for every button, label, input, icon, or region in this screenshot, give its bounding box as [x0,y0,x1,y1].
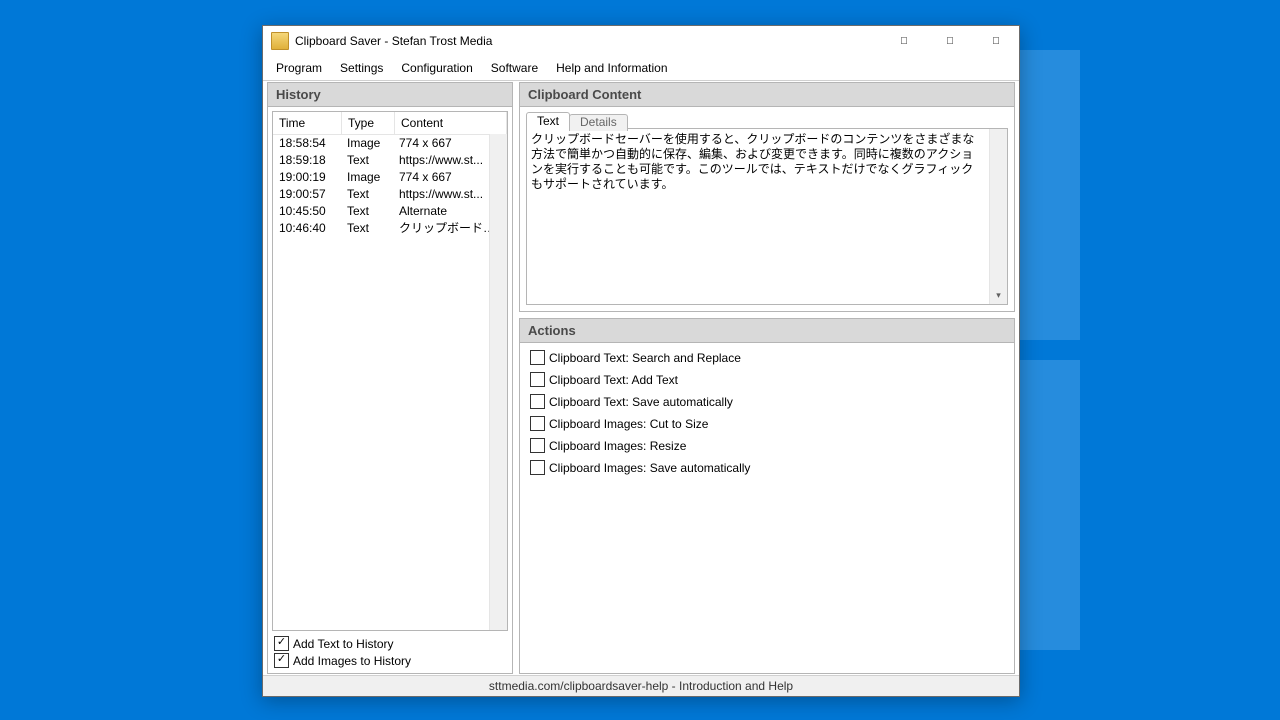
action-add-text[interactable]: Clipboard Text: Add Text [528,371,1006,388]
history-row[interactable]: 18:58:54Image774 x 667 [273,135,507,152]
checkbox-icon[interactable] [530,394,545,409]
add-text-to-history[interactable]: Add Text to History [272,635,508,652]
action-image-save-auto[interactable]: Clipboard Images: Save automatically [528,459,1006,476]
menu-software[interactable]: Software [482,58,547,78]
checkbox-icon[interactable] [274,653,289,668]
menu-settings[interactable]: Settings [331,58,392,78]
content-tabs: Text Details [526,112,1008,129]
action-search-replace[interactable]: Clipboard Text: Search and Replace [528,349,1006,366]
action-resize[interactable]: Clipboard Images: Resize [528,437,1006,454]
checkbox-icon[interactable] [274,636,289,651]
history-row[interactable]: 19:00:57Texthttps://www.st... [273,186,507,203]
status-text: sttmedia.com/clipboardsaver-help - Intro… [489,679,793,693]
titlebar[interactable]: Clipboard Saver - Stefan Trost Media  … [263,26,1019,56]
menubar: Program Settings Configuration Software … [263,56,1019,81]
window-title: Clipboard Saver - Stefan Trost Media [295,34,881,48]
history-panel: History Time Type Content 18:58:54Image7… [267,82,513,674]
add-text-label: Add Text to History [293,637,394,651]
history-row[interactable]: 10:45:50TextAlternate [273,203,507,220]
actions-panel: Actions Clipboard Text: Search and Repla… [519,318,1015,674]
clipboard-content-header: Clipboard Content [520,83,1014,107]
maximize-button[interactable]:  [927,26,973,56]
add-images-to-history[interactable]: Add Images to History [272,652,508,669]
app-icon [271,32,289,50]
close-button[interactable]:  [973,26,1019,56]
action-cut-to-size[interactable]: Clipboard Images: Cut to Size [528,415,1006,432]
history-row[interactable]: 19:00:19Image774 x 667 [273,169,507,186]
history-row[interactable]: 10:46:40Textクリップボードセ... [273,220,507,237]
checkbox-icon[interactable] [530,438,545,453]
clipboard-content-panel: Clipboard Content Text Details クリップボードセー… [519,82,1015,312]
history-header: History [268,83,512,107]
tab-text[interactable]: Text [526,112,570,129]
history-list[interactable]: Time Type Content 18:58:54Image774 x 667… [272,111,508,631]
app-window: Clipboard Saver - Stefan Trost Media  … [262,25,1020,697]
col-type[interactable]: Type [342,112,395,134]
clipboard-text: クリップボードセーバーを使用すると、クリップボードのコンテンツをさまざまな方法で… [531,132,1003,192]
menu-help[interactable]: Help and Information [547,58,676,78]
menu-program[interactable]: Program [267,58,331,78]
scroll-down-icon[interactable]: ▾ [990,287,1007,304]
clipboard-text-area[interactable]: クリップボードセーバーを使用すると、クリップボードのコンテンツをさまざまな方法で… [526,128,1008,305]
col-content[interactable]: Content [395,112,507,134]
checkbox-icon[interactable] [530,416,545,431]
status-bar: sttmedia.com/clipboardsaver-help - Intro… [263,675,1019,696]
add-images-label: Add Images to History [293,654,411,668]
checkbox-icon[interactable] [530,460,545,475]
actions-header: Actions [520,319,1014,343]
tab-details[interactable]: Details [569,114,628,131]
desktop: Clipboard Saver - Stefan Trost Media  … [0,0,1280,720]
history-scrollbar[interactable] [489,134,507,630]
checkbox-icon[interactable] [530,372,545,387]
checkbox-icon[interactable] [530,350,545,365]
history-columns[interactable]: Time Type Content [273,112,507,135]
history-row[interactable]: 18:59:18Texthttps://www.st... [273,152,507,169]
minimize-button[interactable]:  [881,26,927,56]
menu-configuration[interactable]: Configuration [392,58,481,78]
textarea-scrollbar[interactable]: ▾ [989,129,1007,304]
col-time[interactable]: Time [273,112,342,134]
action-text-save-auto[interactable]: Clipboard Text: Save automatically [528,393,1006,410]
